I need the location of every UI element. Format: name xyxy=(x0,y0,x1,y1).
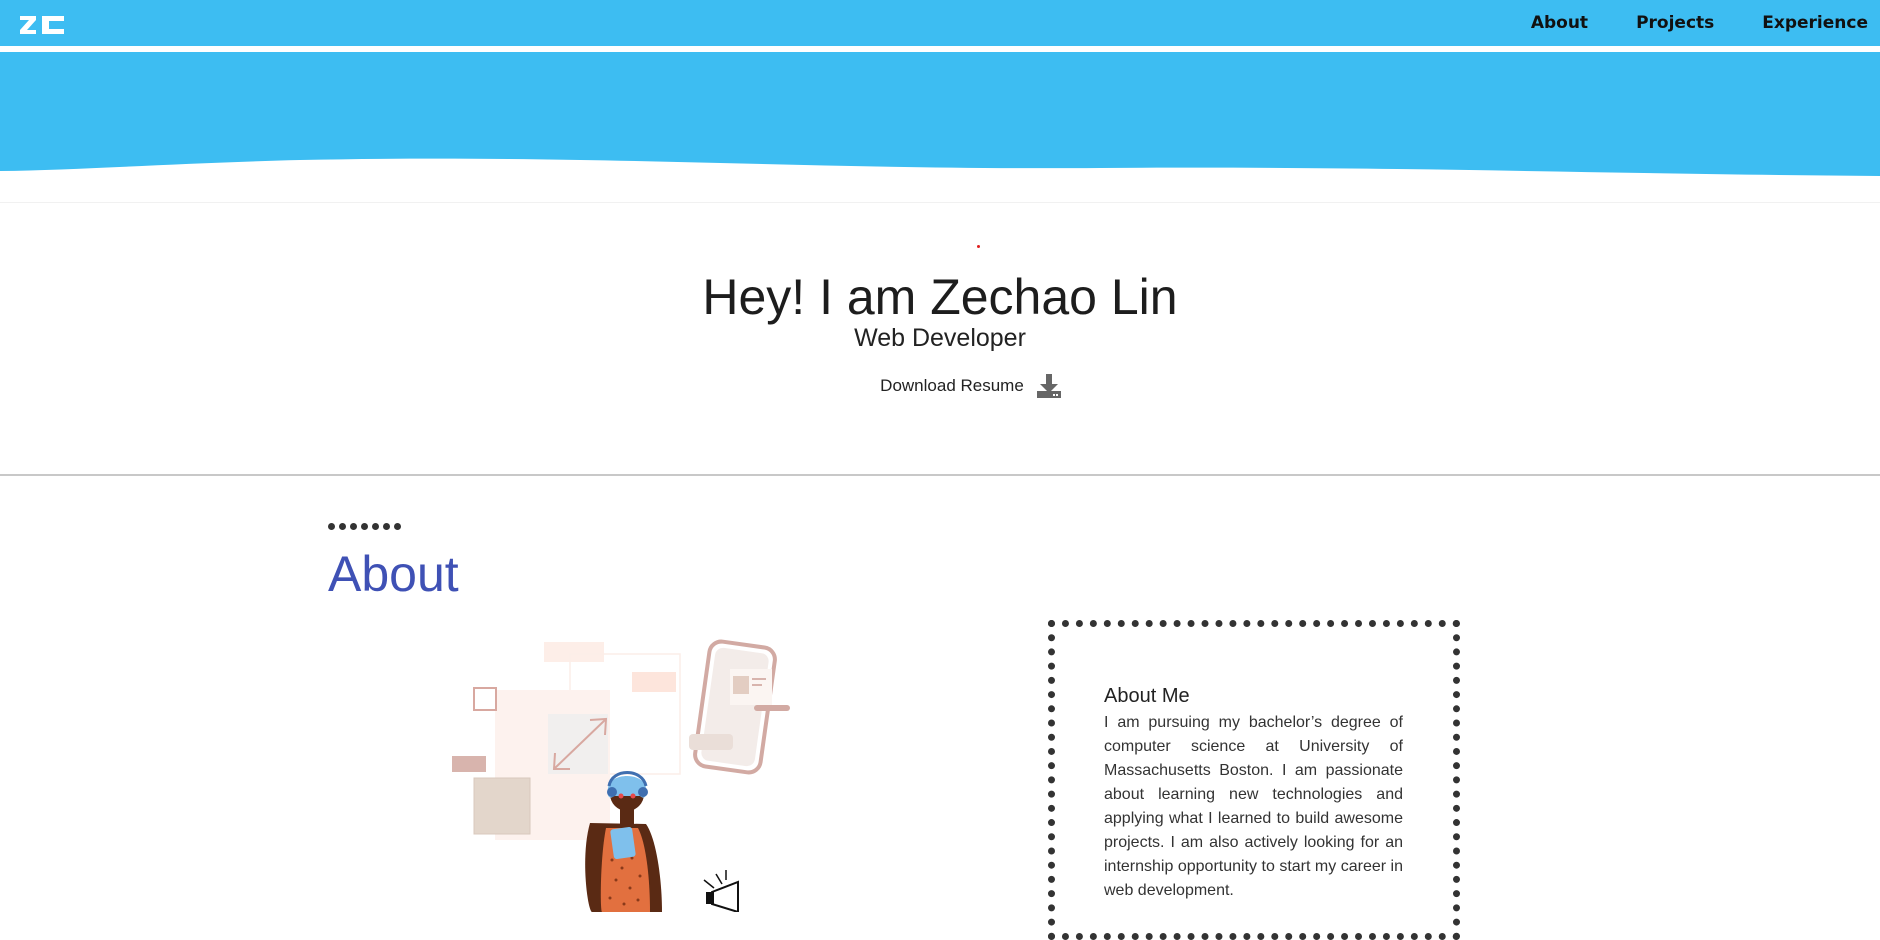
nav-link-projects[interactable]: Projects xyxy=(1636,13,1714,33)
about-dots-decoration xyxy=(328,523,401,530)
nav-link-about[interactable]: About xyxy=(1531,13,1588,33)
about-illustration xyxy=(440,628,820,914)
about-me-card: About Me I am pursuing my bachelor’s deg… xyxy=(1048,620,1460,940)
download-icon xyxy=(1036,374,1061,398)
hero-title: Hey! I am Zechao Lin xyxy=(702,269,1178,325)
header-wave xyxy=(0,52,1880,182)
hero-bottom-divider xyxy=(0,474,1880,476)
main-nav: About Projects Experience xyxy=(1531,0,1880,46)
download-resume-label: Download Resume xyxy=(880,376,1024,395)
top-navbar: About Projects Experience xyxy=(0,0,1880,49)
about-me-title: About Me xyxy=(1104,685,1190,707)
download-resume-link[interactable]: Download Resume xyxy=(880,373,1062,399)
zc-logo[interactable] xyxy=(20,14,64,36)
about-me-text: I am pursuing my bachelor’s degree of co… xyxy=(1104,714,1403,899)
zc-logo-mark xyxy=(20,16,64,34)
hero-subtitle: Web Developer xyxy=(854,324,1026,352)
about-heading: About xyxy=(328,546,459,602)
resume-row: Download Resume xyxy=(0,373,1880,399)
decorative-dot xyxy=(977,245,980,248)
wave-shape xyxy=(0,52,1880,176)
hero-section: Hey! I am Zechao Lin Web Developer Downl… xyxy=(0,203,1880,476)
nav-link-experience[interactable]: Experience xyxy=(1762,13,1868,33)
person-reading-illustration xyxy=(452,639,790,914)
